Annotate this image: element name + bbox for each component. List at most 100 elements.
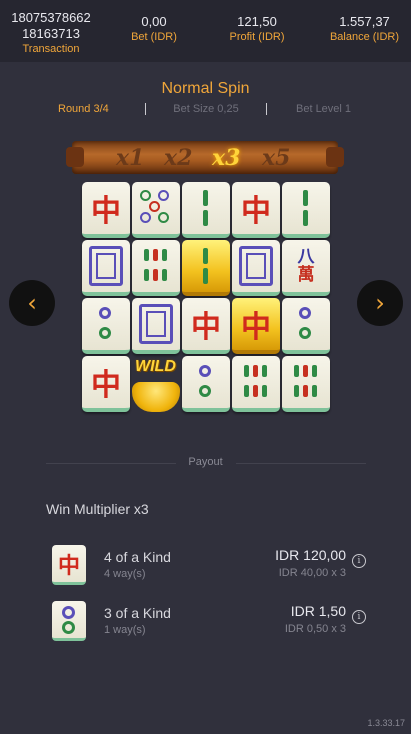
previous-round-button[interactable]: ‹: [9, 280, 55, 326]
tile-face: 中: [82, 182, 130, 234]
dot-circle: [158, 190, 169, 201]
profit-label: Profit (IDR): [229, 31, 285, 43]
tile-face: [182, 240, 230, 292]
multiplier-bar: x1 x2 x3 x5: [66, 141, 344, 174]
transaction-info: 18075378662 18163713 Transaction: [0, 10, 102, 56]
bamboo-stick: [203, 248, 208, 264]
version-label: 1.3.33.17: [367, 718, 405, 728]
five-dots-tile: [132, 182, 180, 238]
bet-value: 0,00: [141, 14, 167, 29]
multiplier-x1: x1: [116, 145, 145, 171]
multiplier-x3: x3: [212, 145, 241, 171]
bamboo-stick: [162, 269, 167, 281]
payout-amount: IDR 120,00: [275, 547, 346, 563]
red-dragon-tile: 中: [82, 356, 130, 412]
payout-heading: Payout: [188, 456, 223, 468]
two-bamboo-tile: [182, 182, 230, 238]
divider: [266, 103, 267, 115]
bamboo-stick: [253, 365, 258, 377]
transaction-id-2: 18163713: [22, 26, 80, 41]
zhong-character: 中: [241, 194, 271, 229]
profit-value: 121,50: [237, 14, 277, 29]
chevron-left-icon: ‹: [27, 289, 37, 317]
multiplier-x2: x2: [164, 145, 193, 171]
tile-face: [282, 182, 330, 234]
bamboo-stick: [144, 249, 149, 261]
next-round-button[interactable]: ›: [357, 280, 403, 326]
bamboo-stick: [203, 268, 208, 284]
dot-circle: [140, 190, 151, 201]
tile-face: 中: [182, 298, 230, 350]
tile-face: 中: [232, 182, 280, 234]
tile-face: [182, 182, 230, 234]
red-dragon-tile: 中: [232, 298, 280, 354]
zhong-character: 中: [91, 194, 121, 229]
payout-ways: 1 way(s): [104, 624, 146, 636]
info-icon[interactable]: i: [352, 610, 366, 624]
bamboo-stick: [303, 210, 308, 226]
transaction-id-1: 18075378662: [11, 10, 91, 25]
eight-wan-tile: 八萬: [282, 240, 330, 296]
bamboo-stick: [303, 365, 308, 377]
zhong-character: 中: [241, 310, 271, 345]
bamboo-stick: [203, 190, 208, 206]
ba-wan-character: 八萬: [297, 247, 315, 285]
payout-row: 中 4 of a Kind 4 way(s) IDR 120,00 IDR 40…: [52, 545, 382, 589]
tile-face: 中: [82, 356, 130, 408]
zhong-character: 中: [91, 368, 121, 403]
bamboo-stick: [303, 385, 308, 397]
balance-label: Balance (IDR): [329, 31, 400, 43]
profit-info: 121,50 Profit (IDR): [218, 14, 296, 44]
bamboo-stick: [294, 365, 299, 377]
bamboo-stick: [153, 249, 158, 261]
tile-face: [132, 298, 180, 350]
white-dragon-tile: [132, 298, 180, 354]
red-dragon-tile: 中: [82, 182, 130, 238]
tile-face: 八萬: [282, 240, 330, 292]
tile-face: [132, 240, 180, 292]
bamboo-stick: [244, 385, 249, 397]
bamboo-stick: [294, 385, 299, 397]
frame-pattern: [89, 246, 123, 286]
white-dragon-tile: [232, 240, 280, 296]
bamboo-stick: [303, 190, 308, 206]
bamboo-stick: [144, 269, 149, 281]
multiplier-x5: x5: [262, 145, 291, 171]
two-dots-tile: [82, 298, 130, 354]
tile-face: [132, 182, 180, 234]
dot-circle: [199, 385, 211, 397]
red-dragon-tile: 中: [232, 182, 280, 238]
payout-row: 3 of a Kind 1 way(s) IDR 1,50 IDR 0,50 x…: [52, 601, 382, 645]
red-dragon-tile-icon: 中: [52, 545, 86, 585]
zhong-character: 中: [57, 552, 80, 579]
payout-calculation: IDR 0,50 x 3: [284, 623, 346, 635]
dot-circle: [99, 307, 111, 319]
info-icon[interactable]: i: [352, 554, 366, 568]
two-bamboo-tile: [282, 182, 330, 238]
tile-face: [82, 240, 130, 292]
round-indicator: Round 3/4: [58, 103, 109, 115]
dot-circle: [158, 212, 169, 223]
tile-face: [82, 298, 130, 350]
two-dots-tile: [182, 356, 230, 412]
six-bamboo-tile: [132, 240, 180, 296]
tile-face: [282, 356, 330, 408]
balance-value: 1.557,37: [339, 14, 390, 29]
bet-level: Bet Level 1: [296, 103, 352, 115]
bamboo-stick: [262, 365, 267, 377]
payout-amount: IDR 1,50: [290, 603, 346, 619]
wild-label: WILD: [135, 358, 176, 375]
win-multiplier: Win Multiplier x3: [46, 501, 149, 517]
spin-type-title: Normal Spin: [161, 80, 250, 97]
two-bamboo-tile: [182, 240, 230, 296]
bet-info: 0,00 Bet (IDR): [118, 14, 190, 44]
dot-circle: [199, 365, 211, 377]
dot-circle: [299, 327, 311, 339]
six-bamboo-tile: [232, 356, 280, 412]
summary-header: 18075378662 18163713 Transaction 0,00 Be…: [0, 0, 411, 62]
bamboo-stick: [262, 385, 267, 397]
bamboo-stick: [312, 385, 317, 397]
wild-symbol: WILD: [131, 356, 181, 416]
bamboo-stick: [162, 249, 167, 261]
tile-face: [182, 356, 230, 408]
